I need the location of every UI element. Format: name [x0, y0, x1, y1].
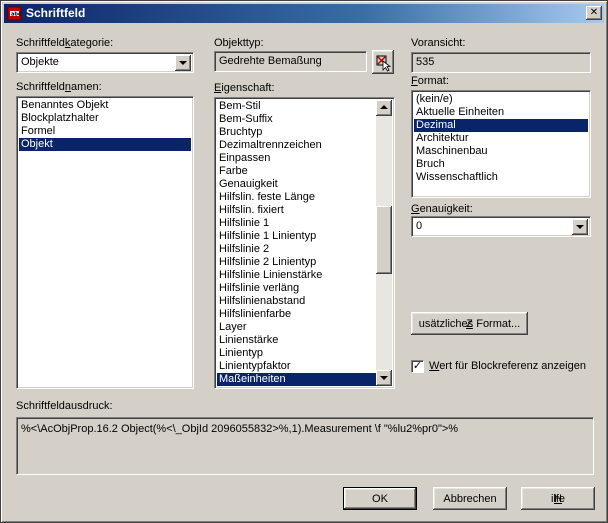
- list-item[interactable]: Genauigkeit: [217, 178, 376, 191]
- help-button[interactable]: Hilfe: [521, 487, 595, 510]
- property-list[interactable]: Bem-Stil Bem-Suffix Bruchtyp Dezimaltren…: [214, 97, 395, 389]
- list-item[interactable]: Hilfslinie 2 Linientyp: [217, 256, 376, 269]
- category-label: Schriftfeldkategorie:: [16, 37, 114, 49]
- list-item[interactable]: Benanntes Objekt: [19, 99, 191, 112]
- list-item[interactable]: Hilfslin. feste Länge: [217, 191, 376, 204]
- ok-button[interactable]: OK: [343, 487, 417, 510]
- chevron-down-icon[interactable]: [175, 55, 191, 71]
- category-dropdown[interactable]: Objekte: [16, 52, 194, 73]
- list-item[interactable]: Bem-Suffix: [217, 113, 376, 126]
- object-type-field: Gedrehte Bemaßung: [214, 51, 367, 72]
- list-item[interactable]: Hilfslinienabstand: [217, 295, 376, 308]
- cancel-label: Abbrechen: [443, 492, 497, 505]
- field-app-icon: abc: [7, 6, 22, 21]
- list-item[interactable]: Linientypfaktor: [217, 360, 376, 373]
- names-label: Schriftfeldnamen:: [16, 81, 102, 93]
- schriftfeld-dialog: abc Schriftfeld ✕ Schriftfeldkategorie: …: [0, 0, 608, 523]
- preview-field: 535: [411, 52, 591, 73]
- close-icon[interactable]: ✕: [586, 6, 602, 20]
- list-item[interactable]: Bruchtyp: [217, 126, 376, 139]
- scrollbar-thumb[interactable]: [376, 206, 392, 274]
- list-item[interactable]: Formel: [19, 125, 191, 138]
- ok-label: OK: [372, 492, 388, 505]
- list-item[interactable]: Linientyp: [217, 347, 376, 360]
- list-item[interactable]: Farbe: [217, 165, 376, 178]
- list-item[interactable]: Einpassen: [217, 152, 376, 165]
- list-item[interactable]: Wissenschaftlich: [414, 171, 588, 184]
- list-item[interactable]: Hilfslinienfarbe: [217, 308, 376, 321]
- list-item[interactable]: Architektur: [414, 132, 588, 145]
- precision-dropdown[interactable]: 0: [411, 216, 591, 237]
- list-item[interactable]: Hilfslinie 1 Linientyp: [217, 230, 376, 243]
- list-item[interactable]: Layer: [217, 321, 376, 334]
- property-scrollbar[interactable]: [376, 100, 392, 386]
- list-item-selected[interactable]: Maßeinheiten: [217, 373, 376, 386]
- object-type-label: Objekttyp:: [214, 37, 264, 49]
- format-list[interactable]: (kein/e) Aktuelle Einheiten Dezimal Arch…: [411, 90, 591, 198]
- scroll-down-icon[interactable]: [376, 370, 392, 386]
- list-item[interactable]: Maschinenbau: [414, 145, 588, 158]
- list-item[interactable]: Aktuelle Einheiten: [414, 106, 588, 119]
- field-names-list[interactable]: Benanntes Objekt Blockplatzhalter Formel…: [16, 96, 194, 389]
- expression-value: %<\AcObjProp.16.2 Object(%<\_ObjId 20960…: [21, 423, 459, 435]
- precision-value: 0: [416, 220, 423, 232]
- chevron-down-icon[interactable]: [572, 219, 588, 235]
- select-object-icon: [376, 55, 392, 72]
- list-item[interactable]: Hilfslin. fixiert: [217, 204, 376, 217]
- list-item[interactable]: (kein/e): [414, 93, 588, 106]
- list-item-selected[interactable]: Dezimal: [414, 119, 588, 132]
- block-reference-checkbox[interactable]: ✓: [411, 360, 424, 373]
- expression-label: Schriftfeldausdruck:: [16, 400, 113, 412]
- list-item[interactable]: Dezimaltrennzeichen: [217, 139, 376, 152]
- expression-field[interactable]: %<\AcObjProp.16.2 Object(%<\_ObjId 20960…: [16, 417, 594, 475]
- list-item[interactable]: Hilfslinie Linienstärke: [217, 269, 376, 282]
- list-item[interactable]: Hilfslinie verläng: [217, 282, 376, 295]
- scroll-up-icon[interactable]: [376, 100, 392, 116]
- svg-text:abc: abc: [11, 12, 21, 18]
- cancel-button[interactable]: Abbrechen: [433, 487, 507, 510]
- list-item[interactable]: Bruch: [414, 158, 588, 171]
- format-label: Format:: [411, 75, 449, 87]
- category-value: Objekte: [21, 56, 59, 68]
- additional-format-button[interactable]: Zusätzliches Format...: [411, 312, 528, 335]
- list-item[interactable]: Hilfslinie 1: [217, 217, 376, 230]
- property-label: Eigenschaft:: [214, 82, 275, 94]
- list-item[interactable]: Linienstärke: [217, 334, 376, 347]
- list-item[interactable]: Hilfslinie 2: [217, 243, 376, 256]
- title-bar[interactable]: abc Schriftfeld ✕: [4, 4, 604, 23]
- list-item-selected[interactable]: Objekt: [19, 138, 191, 151]
- window-title: Schriftfeld: [26, 6, 86, 20]
- list-item[interactable]: Blockplatzhalter: [19, 112, 191, 125]
- select-object-button[interactable]: [372, 50, 394, 74]
- precision-label: Genauigkeit:: [411, 203, 473, 215]
- block-reference-label[interactable]: Wert für Blockreferenz anzeigen: [429, 360, 586, 372]
- help-label: Hilfe: [550, 492, 566, 505]
- list-item[interactable]: Bem-Stil: [217, 100, 376, 113]
- preview-value: 535: [416, 56, 435, 68]
- additional-format-label: Zusätzliches Format...: [418, 317, 521, 330]
- object-type-value: Gedrehte Bemaßung: [219, 55, 322, 67]
- preview-label: Voransicht:: [411, 37, 466, 49]
